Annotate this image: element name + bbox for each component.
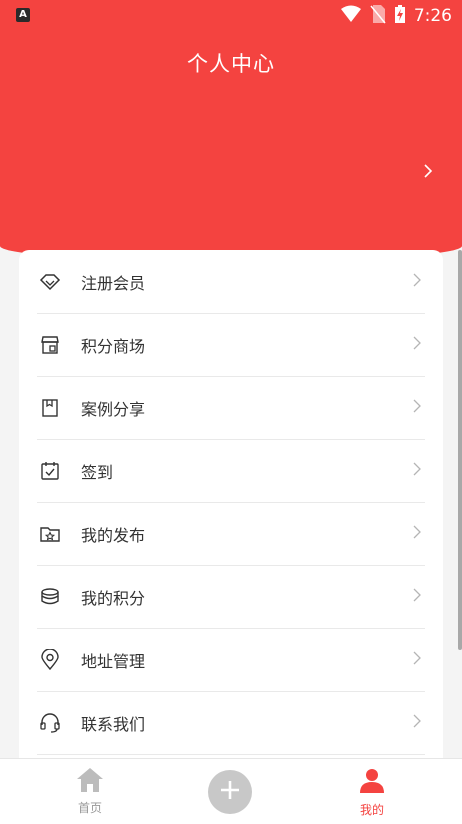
scrollbar[interactable] — [458, 250, 462, 650]
chevron-right-icon — [413, 650, 421, 669]
menu-item-label: 地址管理 — [81, 651, 146, 671]
coins-icon — [39, 586, 61, 608]
plus-icon — [219, 779, 241, 805]
menu-item-my-points[interactable]: 我的积分 — [37, 565, 425, 629]
add-button[interactable] — [208, 770, 252, 814]
no-sim-icon — [370, 4, 386, 28]
menu-item-my-posts[interactable]: 我的发布 — [37, 502, 425, 566]
menu-item-contact-us[interactable]: 联系我们 — [37, 691, 425, 755]
menu-item-label: 我的发布 — [81, 525, 146, 545]
menu-item-label: 签到 — [81, 462, 114, 482]
menu-item-label: 我的积分 — [81, 588, 146, 608]
user-icon — [358, 769, 386, 799]
status-time: 7:26 — [413, 6, 452, 26]
menu-item-label: 积分商场 — [81, 336, 146, 356]
status-bar: A 7:26 — [0, 0, 462, 30]
menu-item-label: 注册会员 — [81, 273, 146, 293]
store-icon — [39, 334, 61, 356]
menu-item-case-sharing[interactable]: 案例分享 — [37, 376, 425, 440]
tab-home[interactable]: 首页 — [50, 767, 130, 816]
home-icon — [76, 768, 104, 797]
menu-card: 注册会员 积分商场 案例分享 签到 我的发布 我的积分 地址管理 联系我们 — [19, 250, 443, 770]
chevron-right-icon — [413, 272, 421, 291]
location-pin-icon — [39, 648, 61, 671]
menu-item-register-member[interactable]: 注册会员 — [37, 250, 425, 314]
menu-item-check-in[interactable]: 签到 — [37, 439, 425, 503]
headset-icon — [39, 712, 61, 734]
battery-charging-icon — [394, 4, 406, 28]
chevron-right-icon — [413, 587, 421, 606]
chevron-right-icon — [413, 524, 421, 543]
chevron-right-icon — [413, 335, 421, 354]
tab-home-label: 首页 — [77, 801, 102, 815]
menu-item-points-mall[interactable]: 积分商场 — [37, 313, 425, 377]
menu-item-label: 联系我们 — [81, 714, 146, 734]
tab-mine[interactable]: 我的 — [332, 767, 412, 818]
chevron-right-icon — [413, 398, 421, 417]
tab-mine-label: 我的 — [359, 803, 384, 817]
page-title: 个人中心 — [187, 52, 275, 76]
folder-star-icon — [39, 523, 61, 545]
calendar-check-icon — [39, 460, 61, 482]
bottom-tab-bar: 首页 我的 — [0, 758, 462, 824]
chevron-right-icon — [413, 713, 421, 732]
chevron-right-icon — [413, 461, 421, 480]
header-chevron-right-icon[interactable] — [422, 160, 434, 185]
diamond-icon — [39, 271, 61, 293]
wifi-icon — [340, 5, 362, 27]
bookmark-icon — [39, 397, 61, 419]
profile-header: 个人中心 — [0, 0, 462, 260]
menu-item-label: 案例分享 — [81, 399, 146, 419]
menu-item-address-management[interactable]: 地址管理 — [37, 628, 425, 692]
app-badge-icon: A — [16, 8, 30, 22]
